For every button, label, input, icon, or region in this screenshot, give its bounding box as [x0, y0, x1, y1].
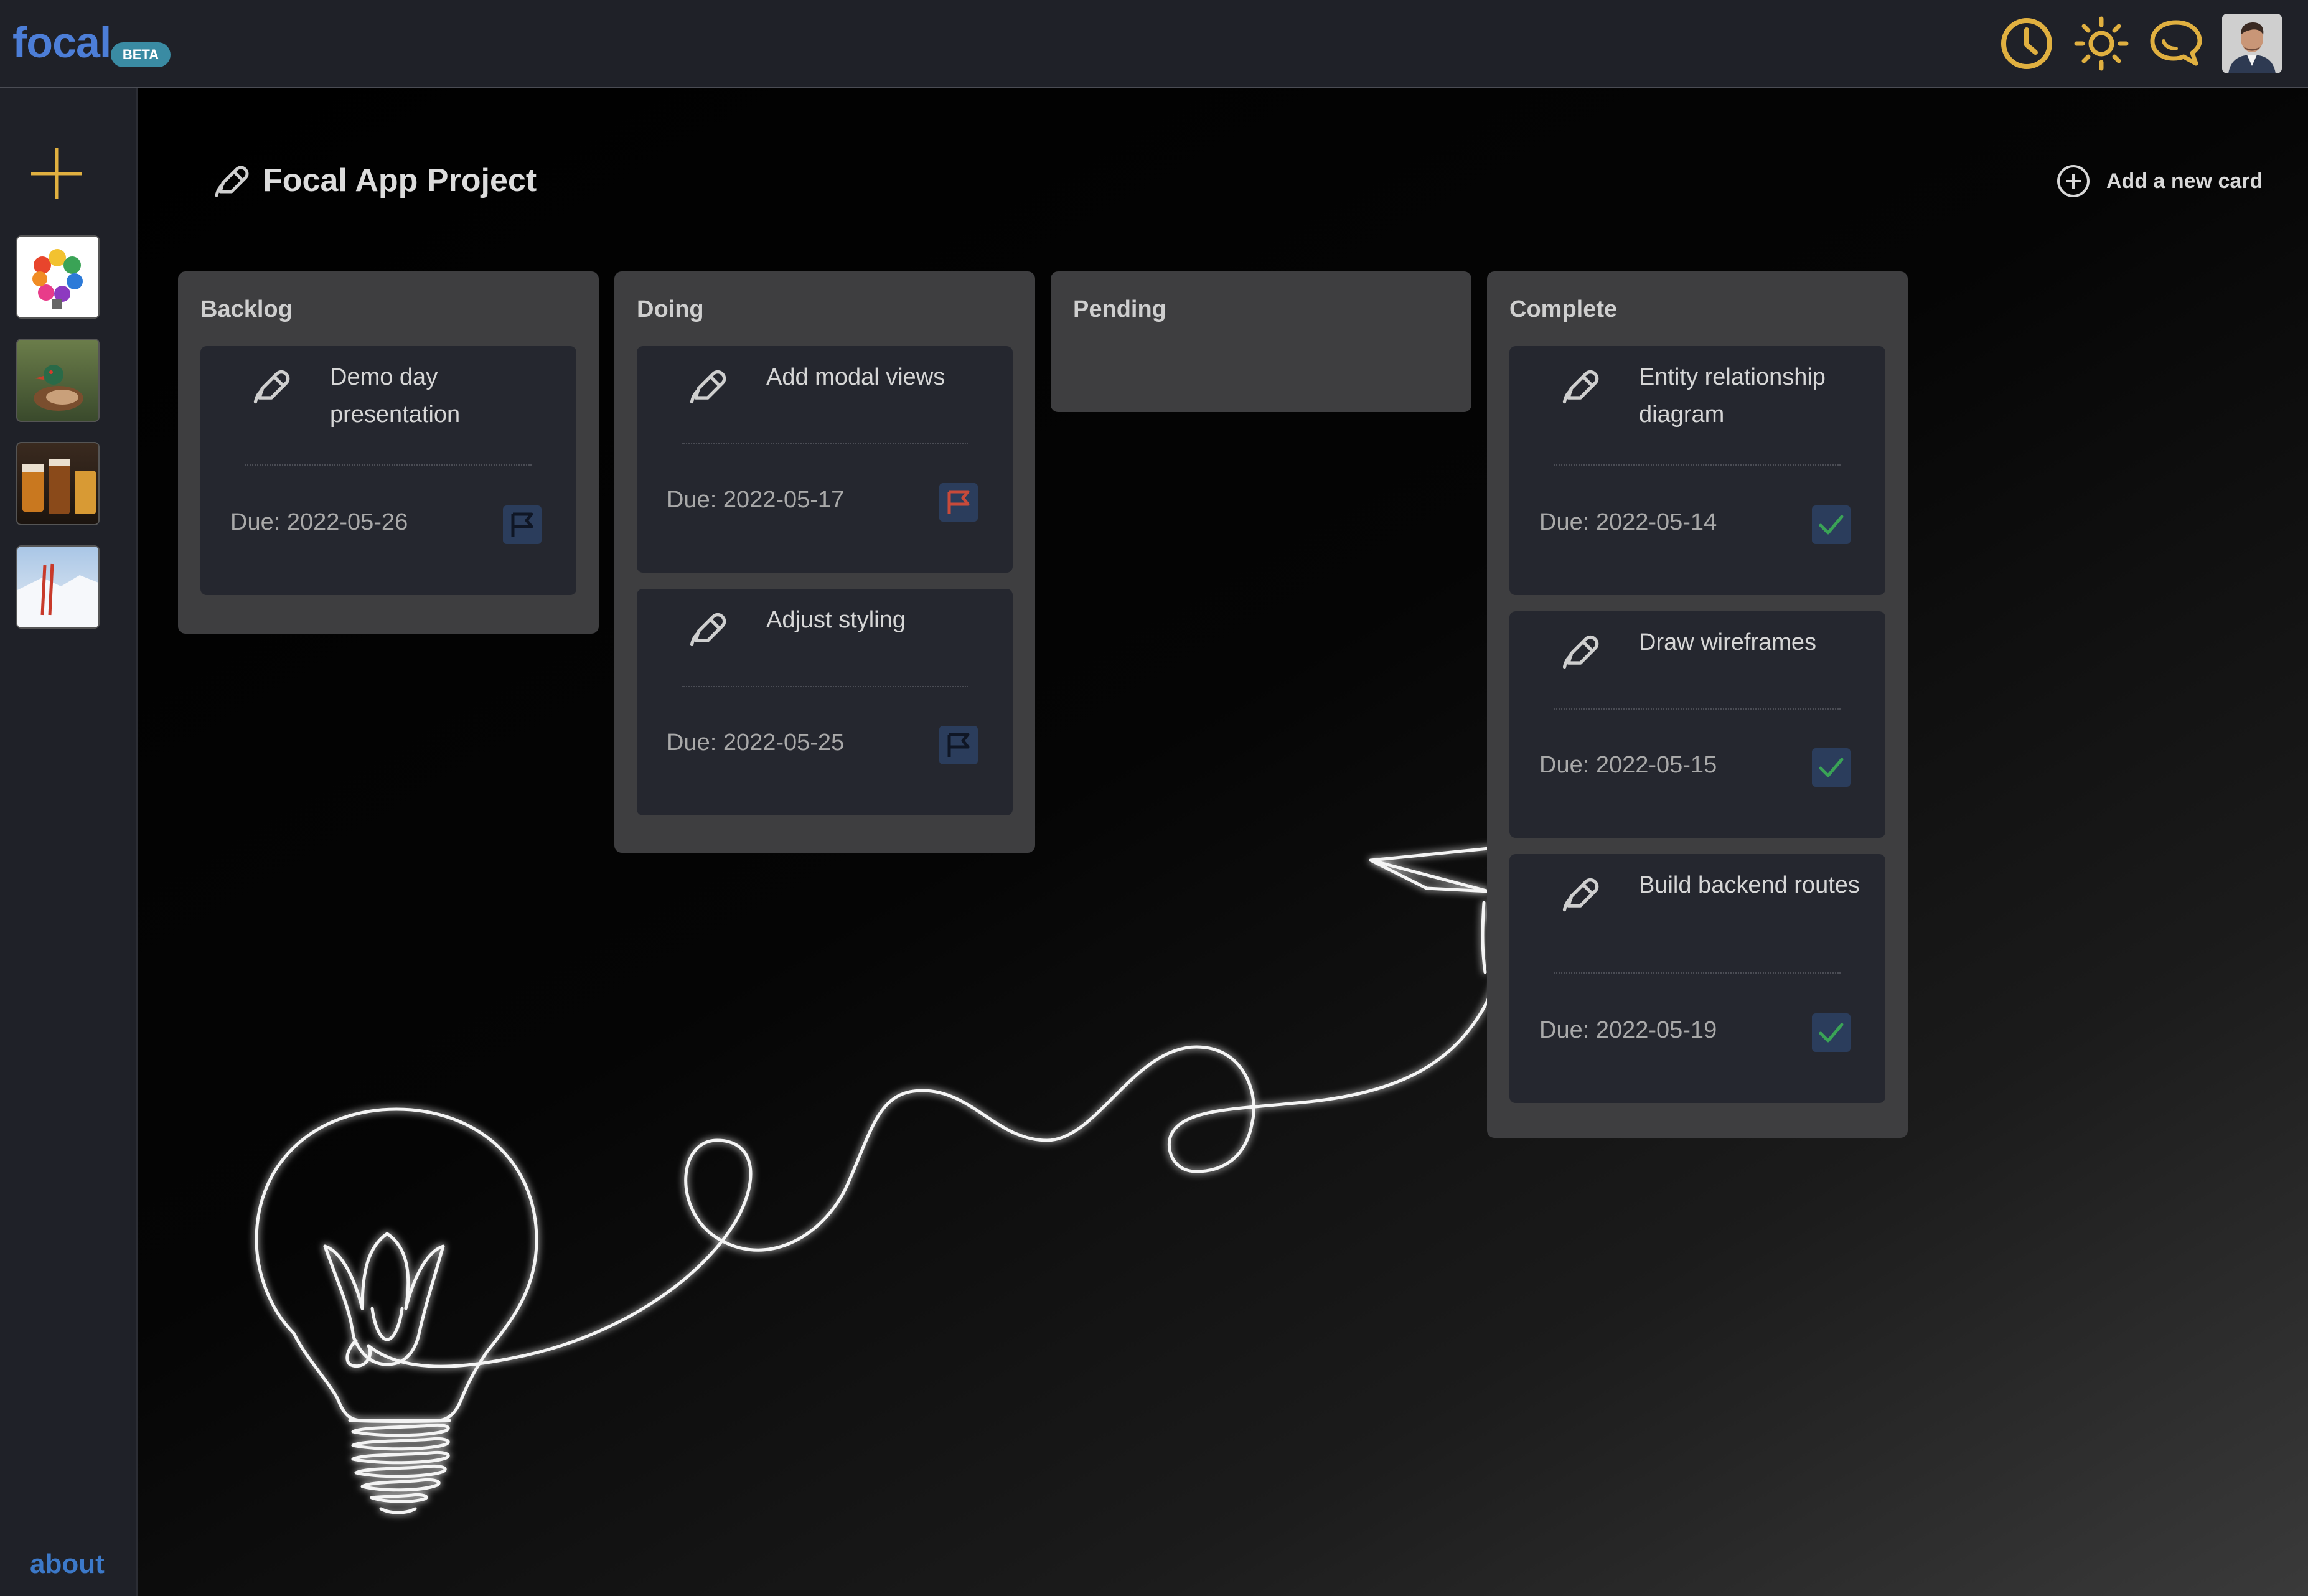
- card-status-button[interactable]: [1812, 748, 1851, 787]
- card-title: Add modal views: [766, 364, 945, 390]
- add-circle-icon: [2057, 165, 2090, 197]
- edit-card-icon[interactable]: [1559, 366, 1600, 407]
- user-portrait-icon: [2222, 14, 2282, 73]
- card-divider: [1554, 464, 1841, 466]
- card-title: Entity relationship diagram: [1639, 364, 1826, 428]
- project-title: Focal App Project: [263, 162, 537, 199]
- board-thumb-colorful[interactable]: [16, 235, 100, 319]
- card-title: Demo day presentation: [330, 364, 461, 428]
- check-icon: [1819, 758, 1844, 777]
- about-link[interactable]: about: [30, 1549, 105, 1580]
- task-card[interactable]: Draw wireframes Due: 2022-05-15: [1509, 611, 1885, 838]
- app-logo[interactable]: focal: [12, 17, 111, 67]
- flag-icon: [947, 733, 970, 757]
- snow-image: [17, 563, 98, 627]
- card-due-date: Due: 2022-05-14: [1539, 509, 1717, 535]
- check-icon: [1819, 515, 1844, 535]
- card-title: Build backend routes: [1639, 872, 1860, 898]
- task-card[interactable]: Demo day presentation Due: 2022-05-26: [200, 346, 576, 595]
- check-icon: [1819, 1023, 1844, 1043]
- card-due-date: Due: 2022-05-25: [667, 730, 845, 756]
- board-thumb-drinks[interactable]: [16, 442, 100, 525]
- edit-card-icon[interactable]: [250, 366, 291, 407]
- card-divider: [682, 443, 968, 444]
- flag-icon: [511, 512, 533, 537]
- card-status-button[interactable]: [939, 483, 978, 522]
- card-divider: [245, 464, 532, 466]
- edit-card-icon[interactable]: [687, 609, 728, 650]
- beta-badge: BETA: [111, 42, 171, 67]
- top-bar: focal BETA: [0, 0, 2308, 88]
- card-status-button[interactable]: [939, 726, 978, 764]
- colorful-bulb-image: [32, 249, 83, 309]
- card-due-date: Due: 2022-05-19: [1539, 1017, 1717, 1043]
- card-divider: [1554, 972, 1841, 974]
- task-card[interactable]: Adjust styling Due: 2022-05-25: [637, 589, 1013, 815]
- card-divider: [682, 686, 968, 687]
- column-backlog: Backlog Demo day presentation Due: 2022-…: [178, 271, 599, 634]
- chat-icon[interactable]: [2146, 14, 2206, 73]
- card-status-button[interactable]: [1812, 505, 1851, 544]
- column-pending: Pending: [1051, 271, 1471, 412]
- card-due-date: Due: 2022-05-15: [1539, 752, 1717, 778]
- duck-image: [34, 365, 83, 411]
- card-due-date: Due: 2022-05-17: [667, 487, 845, 513]
- column-title: Complete: [1509, 296, 1618, 322]
- column-doing: Doing Add modal views Due: 2022-05-17 Ad…: [614, 271, 1035, 853]
- card-status-button[interactable]: [1812, 1013, 1851, 1052]
- card-status-button[interactable]: [503, 505, 542, 544]
- add-card-button[interactable]: Add a new card: [2055, 162, 2263, 200]
- column-title: Pending: [1073, 296, 1166, 322]
- task-card[interactable]: Entity relationship diagram Due: 2022-05…: [1509, 346, 1885, 595]
- board-area: Focal App Project Add a new card Backlog…: [138, 88, 2308, 1596]
- flag-icon: [947, 490, 970, 514]
- edit-card-icon[interactable]: [1559, 874, 1600, 915]
- task-card[interactable]: Add modal views Due: 2022-05-17: [637, 346, 1013, 573]
- card-title: Draw wireframes: [1639, 629, 1817, 655]
- drinks-image: [22, 459, 96, 514]
- edit-project-icon[interactable]: [212, 162, 250, 200]
- edit-card-icon[interactable]: [1559, 631, 1600, 672]
- column-title: Backlog: [200, 296, 293, 322]
- column-complete: Complete Entity relationship diagram Due…: [1487, 271, 1908, 1138]
- card-divider: [1554, 708, 1841, 710]
- card-due-date: Due: 2022-05-26: [230, 509, 408, 535]
- card-title: Adjust styling: [766, 607, 906, 633]
- board-thumb-snow[interactable]: [16, 545, 100, 629]
- sun-icon[interactable]: [2071, 14, 2131, 73]
- add-card-label: Add a new card: [2106, 169, 2263, 193]
- board-thumb-duck[interactable]: [16, 339, 100, 422]
- clock-icon[interactable]: [1997, 14, 2057, 73]
- edit-card-icon[interactable]: [687, 366, 728, 407]
- plus-icon[interactable]: [29, 146, 85, 202]
- user-avatar[interactable]: [2222, 14, 2282, 73]
- sidebar: about: [0, 88, 138, 1596]
- task-card[interactable]: Build backend routes Due: 2022-05-19: [1509, 854, 1885, 1103]
- column-title: Doing: [637, 296, 704, 322]
